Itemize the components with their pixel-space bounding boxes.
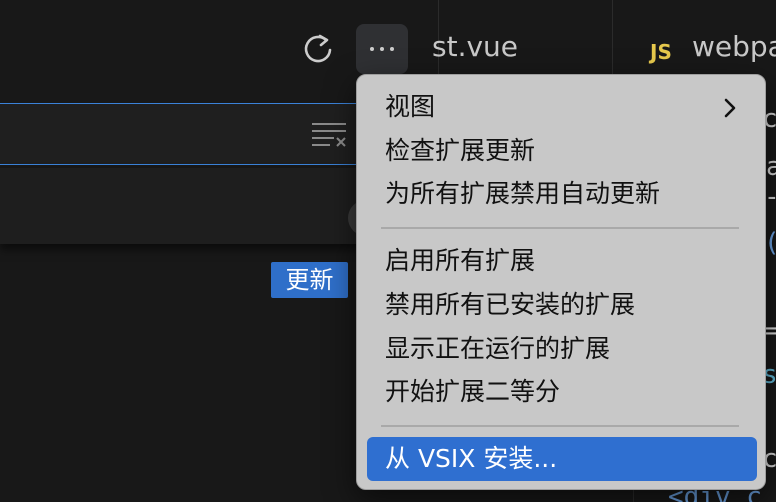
tab-webpack-file[interactable]: webpa — [692, 30, 776, 63]
menu-item-view[interactable]: 视图 — [385, 89, 435, 125]
menu-item-check-updates[interactable]: 检查扩展更新 — [385, 133, 535, 169]
more-actions-icon — [370, 47, 374, 51]
tab-vue-file[interactable]: st.vue — [432, 30, 518, 63]
more-actions-button[interactable] — [356, 24, 408, 74]
js-file-icon: JS — [650, 40, 672, 64]
menu-item-label: 从 VSIX 安装... — [385, 444, 558, 473]
menu-item-start-bisect[interactable]: 开始扩展二等分 — [385, 374, 560, 410]
menu-separator — [381, 227, 739, 229]
menu-separator — [381, 425, 739, 427]
chevron-right-icon — [724, 98, 736, 118]
menu-item-enable-all[interactable]: 启用所有扩展 — [385, 243, 535, 279]
menu-item-install-vsix[interactable]: 从 VSIX 安装... — [367, 437, 757, 481]
extension-list-item[interactable] — [0, 168, 370, 244]
menu-item-disable-auto-update[interactable]: 为所有扩展禁用自动更新 — [385, 176, 660, 212]
update-button[interactable]: 更新 — [271, 262, 348, 298]
menu-item-show-running[interactable]: 显示正在运行的扩展 — [385, 331, 610, 367]
clear-filter-icon[interactable] — [310, 120, 348, 150]
code-fragment: a — [766, 152, 776, 182]
menu-item-disable-all-installed[interactable]: 禁用所有已安装的扩展 — [385, 287, 635, 323]
refresh-icon[interactable] — [300, 32, 336, 68]
extensions-more-menu: 视图 检查扩展更新 为所有扩展禁用自动更新 启用所有扩展 禁用所有已安装的扩展 … — [356, 74, 766, 490]
